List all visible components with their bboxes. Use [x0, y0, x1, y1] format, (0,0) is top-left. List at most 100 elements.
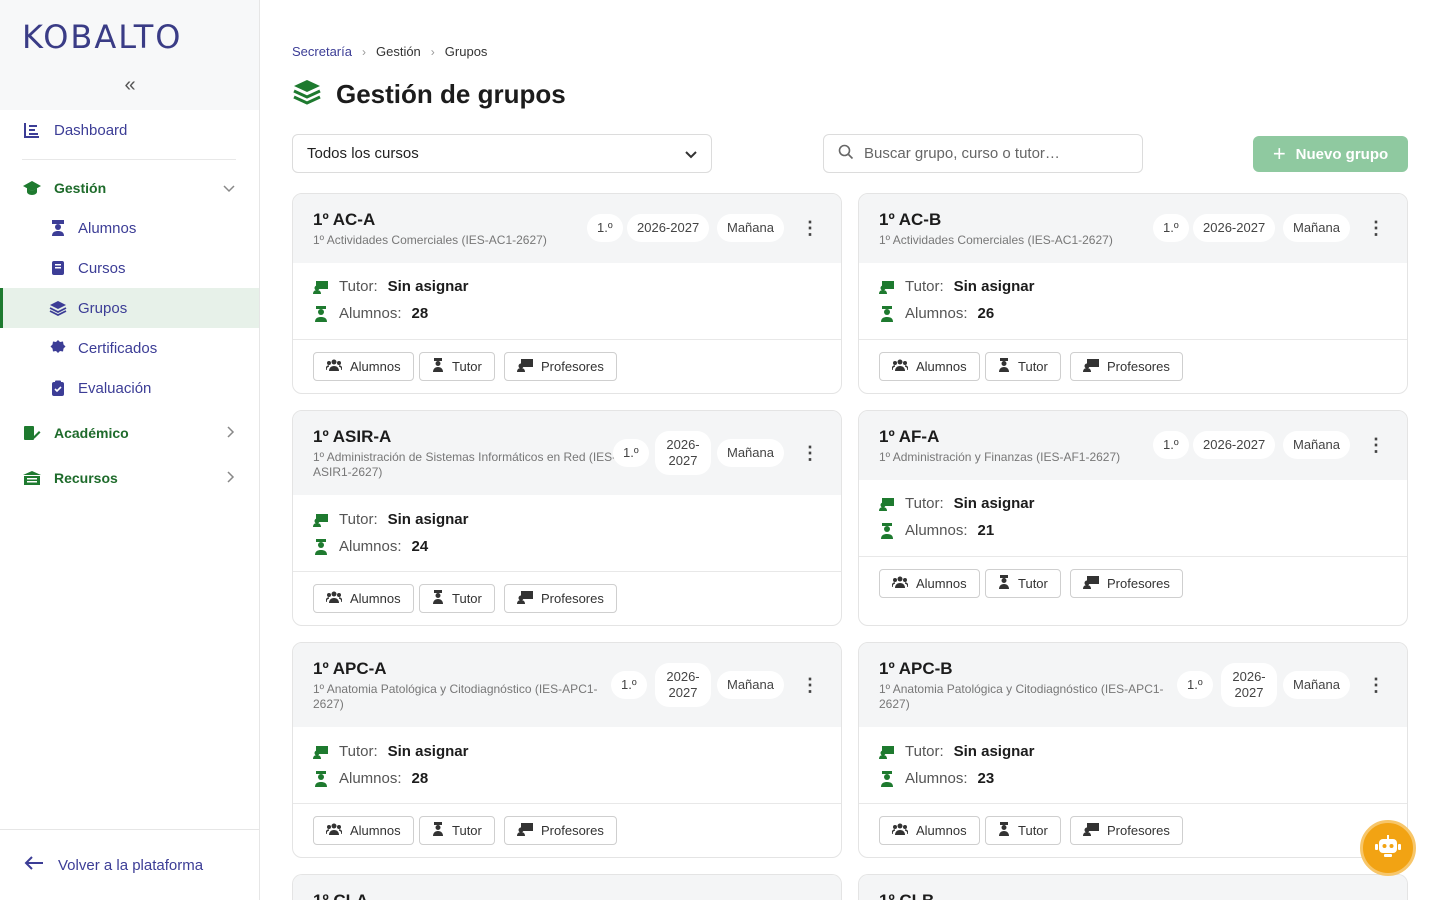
course-filter-value: Todos los cursos	[307, 145, 419, 162]
sidebar-item-label: Cursos	[78, 259, 126, 277]
robot-icon	[1375, 834, 1401, 862]
users-icon	[325, 823, 343, 838]
tutor-row: Tutor: Sin asignar	[879, 495, 1034, 512]
group-card: 1º AC-B 1º Actividades Comerciales (IES-…	[858, 193, 1408, 394]
group-course: 1º Administración de Sistemas Informátic…	[313, 450, 617, 479]
students-button[interactable]: Alumnos	[879, 352, 980, 381]
breadcrumb: Secretaría › Gestión › Grupos	[292, 44, 487, 59]
group-name[interactable]: 1º CI-B	[879, 891, 934, 900]
year-chip: 2026-2027	[627, 214, 710, 242]
group-name[interactable]: 1º CI-A	[313, 891, 368, 900]
breadcrumb-secretaria[interactable]: Secretaría	[292, 44, 352, 59]
teachers-button[interactable]: Profesores	[1070, 569, 1183, 598]
tutor-button[interactable]: Tutor	[419, 352, 495, 381]
teachers-button[interactable]: Profesores	[504, 352, 617, 381]
card-footer: Alumnos Tutor Profesores	[293, 804, 841, 857]
more-options-icon[interactable]: ⋮	[801, 219, 819, 237]
breadcrumb-gestion[interactable]: Gestión	[376, 44, 421, 59]
more-options-icon[interactable]: ⋮	[801, 444, 819, 462]
teachers-button-label: Profesores	[1107, 359, 1170, 374]
level-chip: 1.º	[1177, 671, 1213, 699]
tutor-label: Tutor:	[339, 511, 378, 528]
more-options-icon[interactable]: ⋮	[1367, 436, 1385, 454]
group-name[interactable]: 1º APC-B	[879, 659, 953, 679]
students-row: Alumnos: 24	[313, 538, 428, 555]
book-icon	[48, 258, 68, 278]
teachers-button-label: Profesores	[1107, 576, 1170, 591]
sidebar-item-dashboard[interactable]: Dashboard	[0, 110, 259, 150]
more-options-icon[interactable]: ⋮	[1367, 676, 1385, 694]
arrow-left-icon	[24, 855, 44, 875]
teachers-button[interactable]: Profesores	[1070, 816, 1183, 845]
sidebar-item-cursos[interactable]: Cursos	[0, 248, 259, 288]
card-body: Tutor: Sin asignar Alumnos: 28	[293, 727, 841, 804]
shift-chip: Mañana	[1283, 671, 1350, 699]
tutor-value: Sin asignar	[387, 743, 469, 760]
layers-icon	[48, 298, 68, 318]
tutor-value: Sin asignar	[387, 278, 469, 295]
assistant-bot-button[interactable]	[1360, 820, 1416, 876]
students-label: Alumnos:	[905, 305, 968, 322]
sidebar-item-label: Recursos	[54, 470, 118, 486]
card-header: 1º ASIR-A 1º Administración de Sistemas …	[293, 411, 841, 495]
new-group-label: Nuevo grupo	[1295, 145, 1389, 163]
students-button-label: Alumnos	[916, 823, 967, 838]
group-name[interactable]: 1º AC-A	[313, 210, 375, 230]
students-button[interactable]: Alumnos	[879, 816, 980, 845]
students-row: Alumnos: 23	[879, 770, 994, 787]
teachers-button[interactable]: Profesores	[504, 584, 617, 613]
students-button[interactable]: Alumnos	[313, 816, 414, 845]
teacher-icon	[517, 358, 533, 375]
tutor-button-label: Tutor	[452, 823, 482, 838]
chevron-right-icon: ›	[361, 44, 366, 59]
sidebar-item-grupos[interactable]: Grupos	[0, 288, 259, 328]
back-to-platform-link[interactable]: Volver a la plataforma	[0, 829, 259, 900]
group-name[interactable]: 1º APC-A	[313, 659, 387, 679]
student-icon	[879, 522, 895, 539]
students-button[interactable]: Alumnos	[313, 584, 414, 613]
teacher-icon	[1083, 822, 1099, 839]
group-name[interactable]: 1º ASIR-A	[313, 427, 391, 447]
year-chip: 2026-2027	[1193, 214, 1276, 242]
teachers-button[interactable]: Profesores	[504, 816, 617, 845]
tutor-value: Sin asignar	[953, 278, 1035, 295]
students-button[interactable]: Alumnos	[879, 569, 980, 598]
tutor-value: Sin asignar	[953, 495, 1035, 512]
sidebar-item-label: Certificados	[78, 339, 158, 357]
tutor-button[interactable]: Tutor	[985, 569, 1061, 598]
search-placeholder: Buscar grupo, curso o tutor…	[864, 145, 1060, 162]
course-filter-select[interactable]: Todos los cursos	[292, 134, 712, 173]
sidebar-item-gestion[interactable]: Gestión	[0, 168, 259, 208]
collapse-sidebar-icon[interactable]: «	[120, 74, 140, 97]
sidebar-item-label: Dashboard	[54, 121, 128, 139]
students-label: Alumnos:	[905, 770, 968, 787]
student-icon	[879, 305, 895, 322]
group-name[interactable]: 1º AC-B	[879, 210, 941, 230]
sidebar-item-alumnos[interactable]: Alumnos	[0, 208, 259, 248]
students-button[interactable]: Alumnos	[313, 352, 414, 381]
level-chip: 1.º	[611, 671, 647, 699]
card-body: Tutor: Sin asignar Alumnos: 24	[293, 495, 841, 572]
teacher-icon	[313, 279, 329, 295]
sidebar-item-academico[interactable]: Académico	[0, 413, 259, 453]
sidebar-item-certificados[interactable]: Certificados	[0, 328, 259, 368]
more-options-icon[interactable]: ⋮	[1367, 219, 1385, 237]
group-name[interactable]: 1º AF-A	[879, 427, 939, 447]
level-chip: 1.º	[1153, 431, 1189, 459]
chevron-right-icon	[227, 425, 235, 441]
tutor-button-label: Tutor	[1018, 576, 1048, 591]
tutor-button[interactable]: Tutor	[985, 816, 1061, 845]
more-options-icon[interactable]: ⋮	[801, 676, 819, 694]
teachers-button[interactable]: Profesores	[1070, 352, 1183, 381]
sidebar-item-evaluacion[interactable]: Evaluación	[0, 368, 259, 408]
new-group-button[interactable]: + Nuevo grupo	[1253, 136, 1408, 172]
tutor-button[interactable]: Tutor	[419, 584, 495, 613]
year-chip: 2026-2027	[1193, 431, 1276, 459]
tutor-button[interactable]: Tutor	[419, 816, 495, 845]
sidebar-item-recursos[interactable]: Recursos	[0, 458, 259, 498]
users-icon	[891, 576, 909, 591]
teacher-icon	[879, 744, 895, 760]
tutor-button[interactable]: Tutor	[985, 352, 1061, 381]
search-input[interactable]: Buscar grupo, curso o tutor…	[823, 134, 1143, 173]
level-chip: 1.º	[613, 439, 649, 467]
